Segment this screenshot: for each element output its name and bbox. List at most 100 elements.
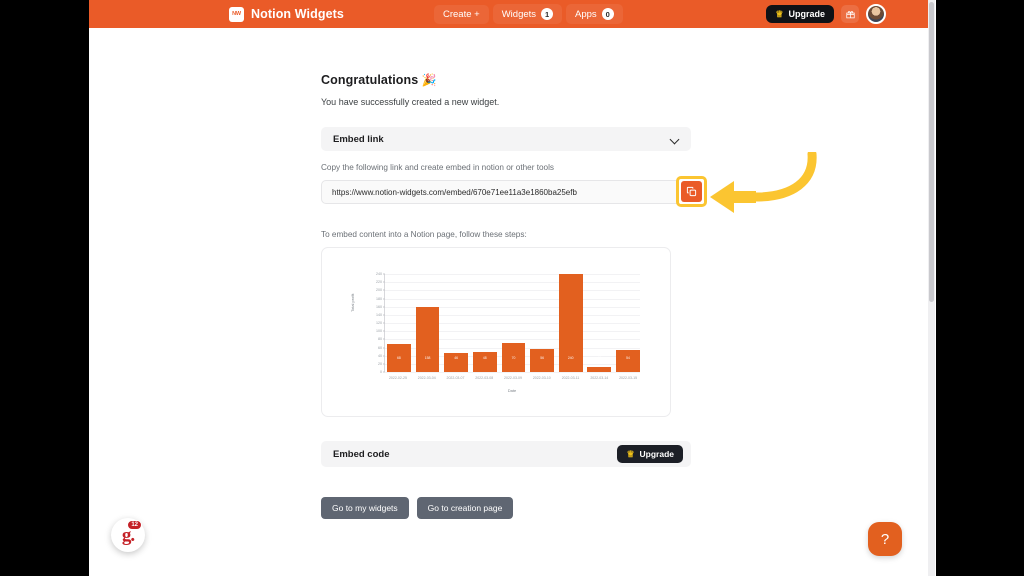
go-to-creation-page-button[interactable]: Go to creation page <box>416 497 514 519</box>
chart-y-tick-label: 240 <box>376 272 382 276</box>
chart-x-tick-label: 2022-03-14 <box>590 376 609 380</box>
chart-y-tick-label: 0 <box>380 370 382 374</box>
page-title: Congratulations 🎉 <box>321 73 691 87</box>
upgrade-button[interactable]: ♕ Upgrade <box>766 5 834 23</box>
crown-icon: ♕ <box>775 8 784 19</box>
chart-bar-wrapper: 56 <box>530 274 554 372</box>
content-column: Congratulations 🎉 You have successfully … <box>321 73 707 519</box>
screen: NW Notion Widgets Create + Widgets 1 App… <box>0 0 1024 576</box>
page-body: Congratulations 🎉 You have successfully … <box>89 28 928 576</box>
nav-item-widgets-label: Widgets <box>501 8 537 20</box>
annotation-arrow-icon <box>710 152 817 213</box>
chart-x-tick-label: 2022-03-07 <box>446 376 465 380</box>
chart-bar[interactable]: 54 <box>616 349 640 372</box>
chart-bar-value-label: 68 <box>397 356 401 360</box>
chart-x-tick-label: 2022-03-08 <box>475 376 494 380</box>
widget-preview-card: Total profit 0 20 40 60 80 100 120 140 160 180 200… <box>321 247 671 417</box>
chart-bar-value-label: 240 <box>567 356 574 360</box>
embed-code-accordion-header[interactable]: Embed code ♕ Upgrade <box>321 441 691 467</box>
chart-x-tick-label: 2022-03-11 <box>561 376 580 380</box>
embed-link-accordion-header[interactable]: Embed link <box>321 127 691 151</box>
chart-x-tick-labels: 2022-02-25 2022-03-04 2022-03-07 2022-03-08… <box>386 376 640 380</box>
nav-item-widgets[interactable]: Widgets 1 <box>492 4 563 24</box>
embed-code-title: Embed code <box>333 448 390 460</box>
chart-y-tick-label: 120 <box>376 321 382 325</box>
chart-bar-value-label: 48 <box>482 356 487 360</box>
chart-y-tickmark <box>383 322 385 324</box>
chart-y-tick-label: 220 <box>376 280 382 285</box>
chart-x-tick-label: 2022-03-09 <box>504 376 522 380</box>
chart-y-tickmark <box>383 371 385 373</box>
chart-plot-area: 0 20 40 60 80 100 120 140 160 180 200 220 240 68 158 46… <box>376 272 640 374</box>
chart-y-tickmark <box>383 338 385 340</box>
help-question-icon: ? <box>880 530 890 548</box>
embed-link-title: Embed link <box>333 133 384 145</box>
embed-link-helper-text: Copy the following link and create embed… <box>321 163 555 172</box>
vertical-scrollbar[interactable] <box>928 0 935 576</box>
page-title-text: Congratulations <box>321 73 419 87</box>
chart-bar[interactable]: 46 <box>444 353 469 372</box>
upgrade-button-label: Upgrade <box>788 9 825 19</box>
chart-y-tick-label: 60 <box>378 345 382 350</box>
brand-logo[interactable]: NW Notion Widgets <box>229 6 344 22</box>
chart-y-tickmark <box>383 306 385 308</box>
chart-x-tick-label: 2022-03-10 <box>532 376 551 380</box>
chart-bar[interactable]: 48 <box>472 352 497 372</box>
chart-y-axis-title: Total profit <box>350 293 355 312</box>
chart-bar-wrapper: 240 <box>558 274 583 372</box>
brand-name: Notion Widgets <box>251 7 344 21</box>
bar-chart: Total profit 0 20 40 60 80 100 120 140 160 180 200… <box>344 266 650 406</box>
chart-bar-value-label: 70 <box>511 356 516 360</box>
chart-bar-wrapper: 70 <box>501 274 526 372</box>
apps-count-badge: 0 <box>601 8 614 20</box>
chart-bar-value-label: 56 <box>540 356 544 360</box>
chart-bar-wrapper: 48 <box>472 274 497 372</box>
avatar[interactable] <box>866 4 886 24</box>
chart-y-tickmark <box>383 273 385 275</box>
embed-code-upgrade-button[interactable]: ♕ Upgrade <box>617 445 683 463</box>
nav-right-actions: ♕ Upgrade <box>766 4 886 24</box>
chart-y-tick-label: 20 <box>378 361 382 366</box>
chart-y-tickmark <box>383 347 385 348</box>
nav-item-create-label: Create + <box>443 8 480 20</box>
party-popper-icon: 🎉 <box>421 73 437 87</box>
chart-x-tick-label: 2022-03-15 <box>619 376 638 380</box>
embed-link-row: https://www.notion-widgets.com/embed/670… <box>321 176 707 207</box>
chart-bar[interactable]: 56 <box>530 349 554 372</box>
chart-x-tick-label: 2022-02-25 <box>388 376 407 380</box>
chart-bar[interactable]: 240 <box>558 274 583 372</box>
chart-y-tick-label: 80 <box>378 337 382 342</box>
nav-item-create[interactable]: Create + <box>434 4 489 24</box>
action-buttons: Go to my widgets Go to creation page <box>321 497 691 519</box>
chevron-down-icon <box>671 135 679 143</box>
help-button[interactable]: ? <box>868 522 902 556</box>
scrollbar-thumb[interactable] <box>929 2 934 302</box>
chart-bar-wrapper: 46 <box>444 274 469 372</box>
chart-bar-wrapper: 68 <box>387 274 411 372</box>
chart-bar-wrapper: 158 <box>415 274 440 372</box>
chart-bar[interactable]: 158 <box>415 307 440 372</box>
chart-y-tickmark <box>383 355 385 357</box>
chart-bar-wrapper: 12 <box>587 274 612 372</box>
nav-links: Create + Widgets 1 Apps 0 <box>434 4 623 24</box>
chart-bar[interactable]: 12 <box>587 356 612 372</box>
chart-y-tick-label: 200 <box>376 288 382 293</box>
embed-link-input[interactable]: https://www.notion-widgets.com/embed/670… <box>321 180 691 204</box>
gift-icon[interactable] <box>841 5 859 23</box>
nav-item-apps[interactable]: Apps 0 <box>566 4 623 24</box>
chart-bar-value-label: 158 <box>424 356 431 360</box>
chart-bar[interactable]: 70 <box>501 343 526 372</box>
chart-y-tick-label: 180 <box>376 296 382 301</box>
chart-gridline <box>385 372 640 373</box>
grammarly-badge[interactable]: g. 12 <box>111 518 145 552</box>
chart-y-tickmark <box>383 289 385 291</box>
chart-bar[interactable]: 68 <box>387 344 411 372</box>
chart-y-tickmark <box>383 314 385 316</box>
go-to-my-widgets-button[interactable]: Go to my widgets <box>321 497 409 519</box>
notion-widgets-icon: NW <box>229 6 244 22</box>
embed-steps-label: To embed content into a Notion page, fol… <box>321 230 527 239</box>
grammarly-count-badge: 12 <box>127 520 142 530</box>
chart-y-tickmark <box>383 281 385 283</box>
chart-y-tickmark <box>383 363 385 365</box>
crown-icon: ♕ <box>626 448 635 459</box>
